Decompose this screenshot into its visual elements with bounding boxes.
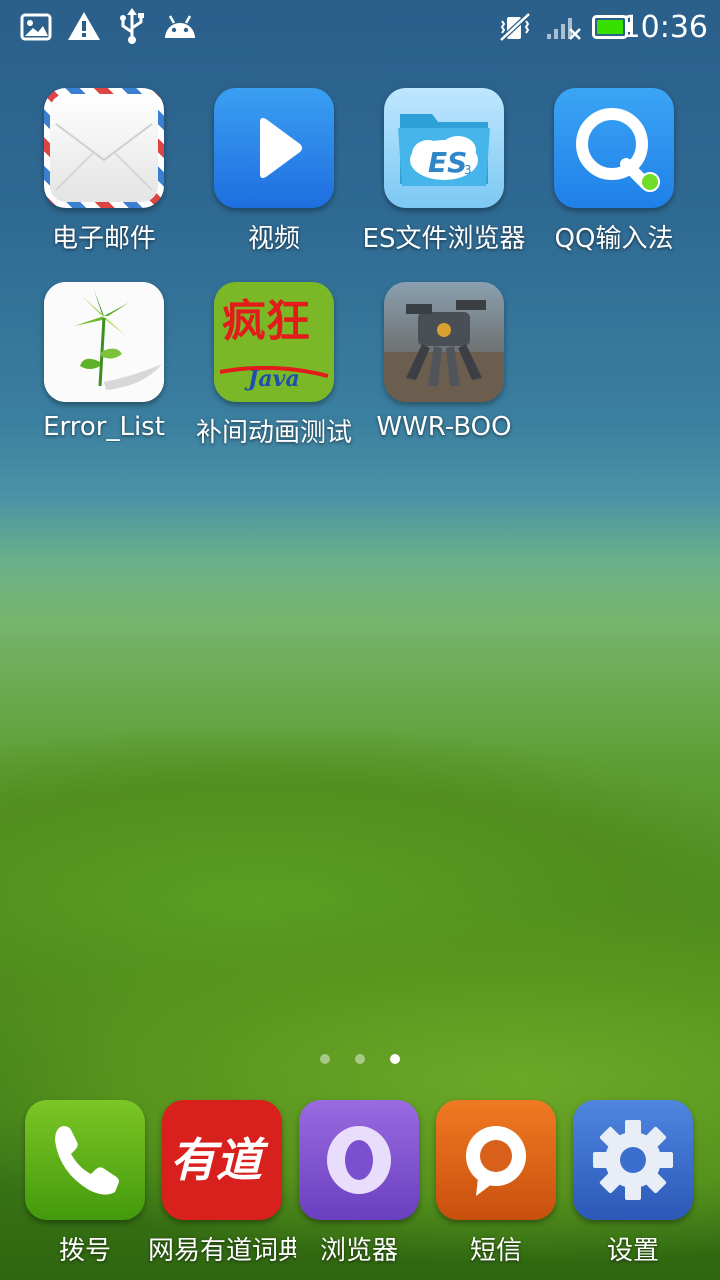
page-indicator <box>0 1049 720 1068</box>
status-clock: 10:36 <box>621 10 708 45</box>
youdao-logo-text: 有道 <box>170 1133 269 1187</box>
video-play-icon <box>214 88 334 208</box>
qq-input-icon <box>554 88 674 208</box>
app-tween-animation-test[interactable]: 疯狂 Java 补间动画测试 <box>189 282 359 449</box>
pinwheel-plant-icon <box>44 282 164 402</box>
app-label: 拨号 <box>58 1236 111 1266</box>
dock-app-messages[interactable]: 短信 <box>422 1100 570 1267</box>
app-label: 短信 <box>469 1236 522 1266</box>
usb-icon <box>120 8 144 44</box>
app-label: Error_List <box>43 412 165 442</box>
app-label: 浏览器 <box>319 1236 398 1266</box>
app-video[interactable]: 视频 <box>189 88 359 255</box>
app-label: QQ输入法 <box>554 224 674 254</box>
message-icon <box>436 1100 556 1220</box>
dock: 拨号 有道 网易有道词典 浏览器 短信 设置 <box>0 1100 720 1280</box>
page-dot[interactable] <box>355 1054 365 1064</box>
email-icon <box>44 88 164 208</box>
app-label: 设置 <box>606 1236 659 1266</box>
app-qq-input[interactable]: QQ输入法 <box>529 88 699 255</box>
app-label: WWR-BOO <box>376 412 512 442</box>
svg-text:3: 3 <box>464 163 472 177</box>
status-bar: 10:36 <box>0 0 720 54</box>
browser-icon <box>299 1100 419 1220</box>
es-file-explorer-icon: ES 3 <box>384 88 504 208</box>
phone-icon <box>25 1100 145 1220</box>
vibrate-mute-icon <box>499 12 531 42</box>
dock-app-phone[interactable]: 拨号 <box>11 1100 159 1267</box>
dock-app-browser[interactable]: 浏览器 <box>285 1100 433 1267</box>
app-email[interactable]: 电子邮件 <box>19 88 189 255</box>
signal-no-sim-icon <box>547 18 581 40</box>
app-label: ES文件浏览器 <box>362 224 526 254</box>
java-calligraphy-icon: 疯狂 Java <box>214 282 334 402</box>
dock-app-youdao-dictionary[interactable]: 有道 网易有道词典 <box>148 1100 296 1267</box>
warning-icon <box>68 12 100 40</box>
android-debug-icon <box>165 15 195 38</box>
app-es-file-explorer[interactable]: ES 3 ES文件浏览器 <box>359 88 529 255</box>
app-label: 视频 <box>247 224 300 254</box>
page-dot[interactable] <box>319 1054 330 1064</box>
app-label: 补间动画测试 <box>195 418 352 448</box>
svg-text:ES: ES <box>428 146 467 179</box>
image-notification-icon <box>20 13 52 41</box>
app-label: 电子邮件 <box>51 224 156 254</box>
settings-gear-icon <box>573 1100 693 1220</box>
dock-app-settings[interactable]: 设置 <box>559 1100 707 1267</box>
youdao-dictionary-icon: 有道 <box>162 1100 282 1220</box>
app-wwr-boo[interactable]: WWR-BOO <box>359 282 529 442</box>
app-label: 网易有道词典 <box>148 1236 296 1266</box>
page-dot-active[interactable] <box>390 1054 401 1064</box>
robot-game-icon <box>384 282 504 402</box>
java-chars-text: 疯狂 <box>222 296 310 347</box>
app-error-list[interactable]: Error_List <box>19 282 189 442</box>
